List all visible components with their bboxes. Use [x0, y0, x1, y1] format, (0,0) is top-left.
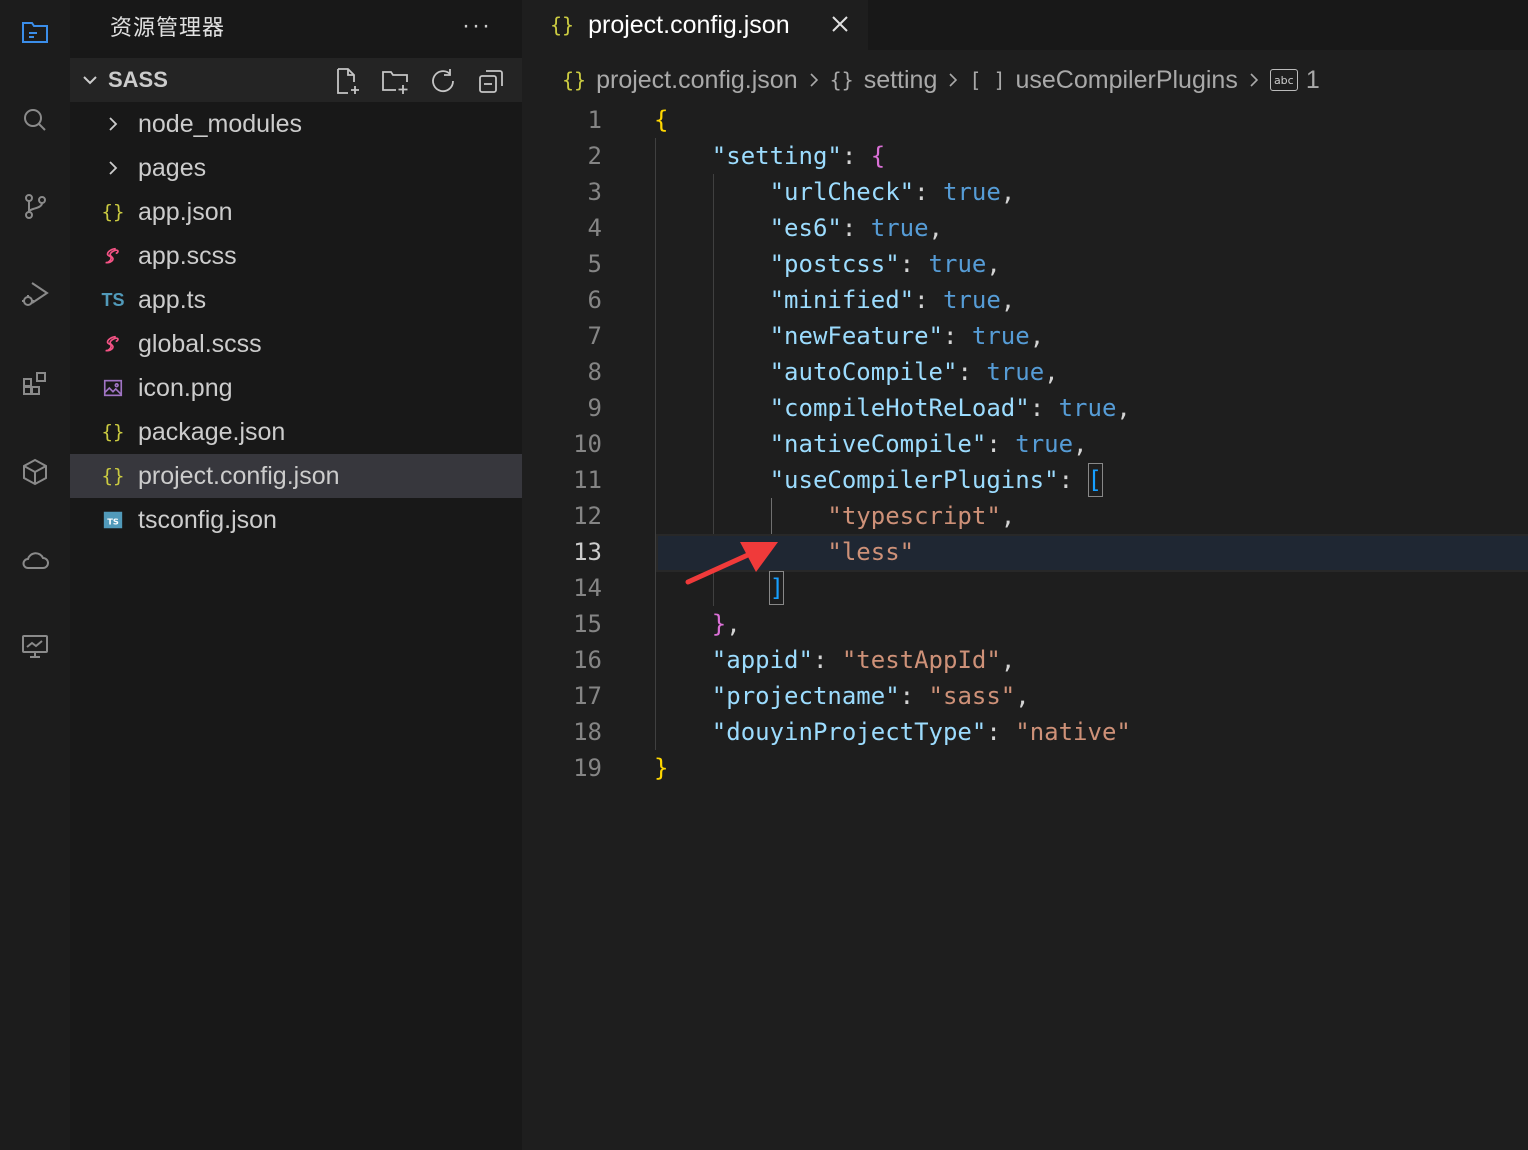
extensions-icon[interactable] [0, 354, 70, 414]
editor-area: {} project.config.json {} project.config… [522, 0, 1528, 1150]
breadcrumb-item[interactable]: 1 [1306, 66, 1320, 95]
bracket-match-highlight [1088, 463, 1103, 497]
tree-item-label: icon.png [138, 373, 233, 402]
sass-file-icon [100, 241, 126, 271]
cloud-icon[interactable] [0, 530, 70, 590]
new-folder-icon [382, 71, 408, 94]
more-actions-button[interactable]: ··· [462, 12, 492, 40]
code-line: 4 "es6": true, [587, 214, 943, 242]
code-line-active: 13 "less" [522, 534, 1528, 572]
code-line: 12 "typescript", [573, 502, 1016, 530]
tsconfig-file-icon: TS [100, 505, 126, 535]
sidebar-header: 资源管理器 ··· [70, 0, 522, 52]
code-line: 15 }, [573, 610, 741, 638]
explorer-icon[interactable] [0, 2, 70, 62]
code-line: 19} [573, 754, 669, 782]
chevron-right-icon [1246, 72, 1262, 88]
object-symbol-icon: {} [829, 68, 854, 92]
string-symbol-icon: abc [1269, 69, 1298, 91]
source-control-icon[interactable] [0, 176, 70, 236]
tree-item-label: tsconfig.json [138, 505, 277, 534]
chevron-right-icon [100, 153, 126, 183]
file-tree: node_modules pages {} app.json app.scss … [70, 102, 522, 542]
tree-item-node-modules[interactable]: node_modules [70, 102, 522, 146]
workspace-section-header[interactable]: SASS [70, 58, 522, 102]
code-line: 16 "appid": "testAppId", [573, 646, 1016, 674]
code-line: 7 "newFeature": true, [587, 322, 1045, 350]
tab-bar: {} project.config.json [522, 0, 1528, 50]
json-file-icon: {} [550, 13, 575, 37]
image-file-icon [100, 373, 126, 403]
chevron-down-icon [83, 76, 97, 85]
tree-item-label: package.json [138, 417, 286, 446]
search-icon[interactable] [0, 90, 70, 150]
tree-item-app-scss[interactable]: app.scss [70, 234, 522, 278]
code-line: 18 "douyinProjectType": "native" [573, 718, 1131, 746]
tree-item-project-config-json[interactable]: {} project.config.json [70, 454, 522, 498]
code-line: 10 "nativeCompile": true, [573, 430, 1088, 458]
annotation-arrow-icon [685, 542, 778, 585]
tab-project-config-json[interactable]: {} project.config.json [522, 0, 868, 50]
breadcrumb-setting[interactable]: setting [864, 66, 938, 95]
code-line: 1{ [587, 106, 669, 134]
explorer-sidebar: 资源管理器 ··· SASS node_modules pages {} app… [70, 0, 522, 1150]
refresh-button[interactable] [426, 64, 460, 98]
new-folder-button[interactable] [378, 64, 412, 98]
code-line: 11 "useCompilerPlugins": [ [573, 466, 1102, 494]
code-line: 14 ] [573, 574, 785, 602]
tab-label: project.config.json [588, 10, 790, 39]
activity-bar [0, 0, 70, 1150]
collapse-all-icon [479, 70, 503, 93]
breadcrumb-file[interactable]: project.config.json [596, 66, 798, 95]
json-file-icon: {} [101, 465, 125, 487]
breadcrumb-plugins[interactable]: useCompilerPlugins [1016, 66, 1238, 95]
tree-item-label: pages [138, 153, 207, 182]
code-line: 5 "postcss": true, [587, 250, 1001, 278]
sass-file-icon [100, 329, 126, 359]
monitor-icon[interactable] [0, 616, 70, 676]
tree-item-icon-png[interactable]: icon.png [70, 366, 522, 410]
workspace-name: SASS [108, 67, 168, 92]
chevron-right-icon [945, 72, 961, 88]
svg-text:TS: TS [107, 517, 119, 527]
breadcrumb: {} project.config.json {} setting [ ] us… [522, 58, 1320, 102]
code-line: 2 "setting": { [587, 142, 886, 170]
json-file-icon: {} [101, 421, 125, 443]
refresh-icon [432, 69, 454, 93]
sidebar-title: 资源管理器 [110, 15, 226, 40]
code-line: 9 "compileHotReLoad": true, [587, 394, 1131, 422]
code-line: 17 "projectname": "sass", [573, 682, 1030, 710]
chevron-right-icon [806, 72, 822, 88]
tree-item-label: global.scss [138, 329, 262, 358]
tree-item-label: app.json [138, 197, 233, 226]
json-file-icon: {} [101, 201, 125, 223]
tree-item-tsconfig-json[interactable]: TS tsconfig.json [70, 498, 522, 542]
typescript-file-icon: TS [101, 289, 125, 310]
tree-item-app-ts[interactable]: TS app.ts [70, 278, 522, 322]
tree-item-package-json[interactable]: {} package.json [70, 410, 522, 454]
run-debug-icon[interactable] [0, 264, 70, 324]
new-file-icon [337, 68, 359, 94]
collapse-all-button[interactable] [474, 64, 508, 98]
json-file-icon: {} [562, 68, 587, 92]
code-line: 3 "urlCheck": true, [587, 178, 1016, 206]
code-line: 8 "autoCompile": true, [587, 358, 1059, 386]
close-icon[interactable] [826, 10, 854, 38]
new-file-button[interactable] [330, 64, 364, 98]
tree-item-label: app.ts [138, 285, 207, 314]
tree-item-app-json[interactable]: {} app.json [70, 190, 522, 234]
tree-item-label: node_modules [138, 109, 303, 138]
tree-item-label: app.scss [138, 241, 237, 270]
tree-item-label: project.config.json [138, 461, 340, 490]
array-symbol-icon: [ ] [969, 68, 1006, 92]
code-line: 6 "minified": true, [587, 286, 1016, 314]
chevron-right-icon [100, 109, 126, 139]
tree-item-global-scss[interactable]: global.scss [70, 322, 522, 366]
tree-item-pages[interactable]: pages [70, 146, 522, 190]
package-icon[interactable] [0, 442, 70, 502]
